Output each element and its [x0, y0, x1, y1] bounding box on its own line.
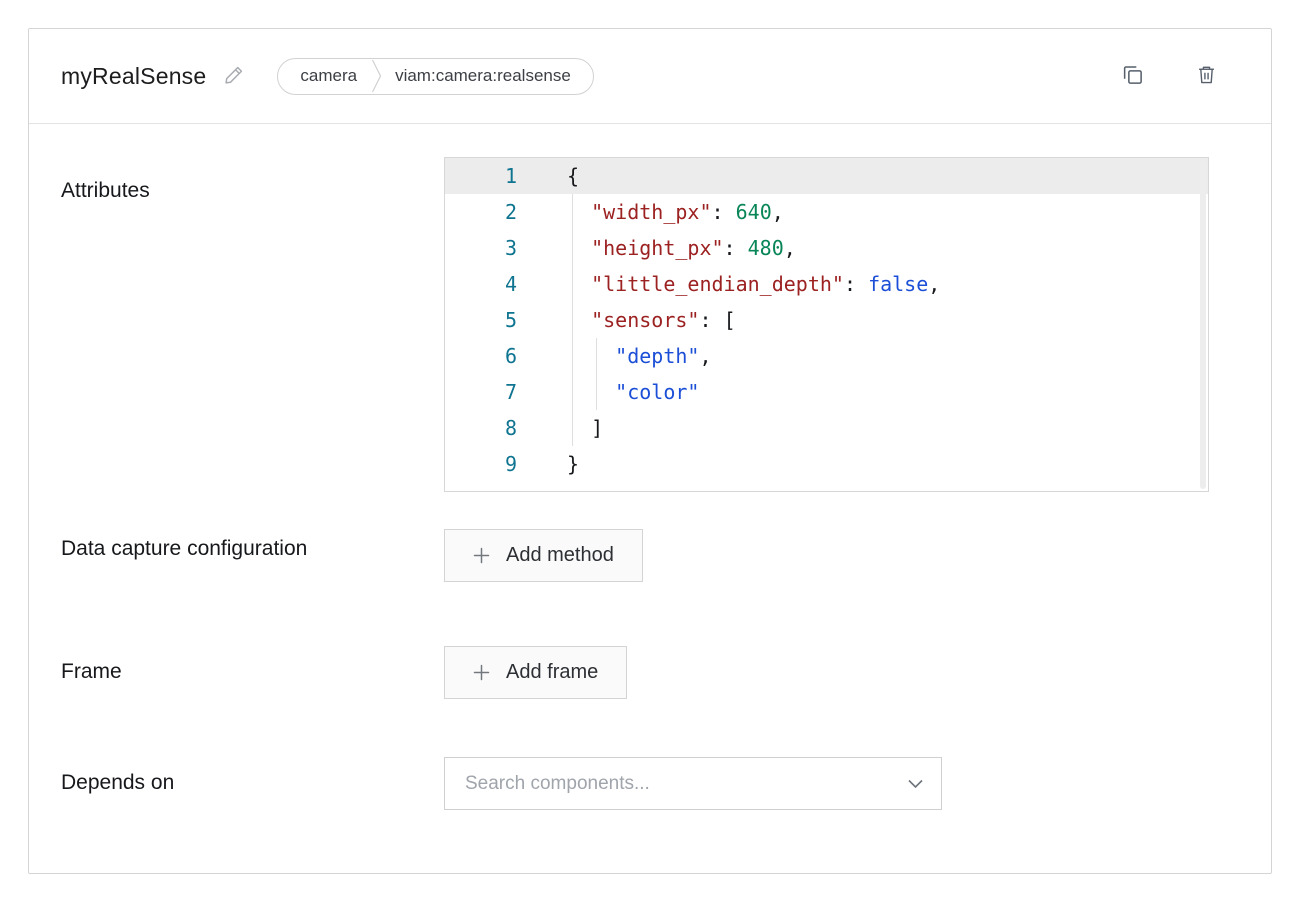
plus-icon: [473, 547, 490, 564]
component-model-label: viam:camera:realsense: [382, 66, 571, 86]
code-text: "height_px": 480,: [517, 230, 796, 266]
code-text: "depth",: [517, 338, 712, 374]
code-line[interactable]: 6 "depth",: [445, 338, 1208, 374]
code-text: "width_px": 640,: [517, 194, 784, 230]
add-frame-button[interactable]: Add frame: [444, 646, 627, 699]
card-header: myRealSense camera viam:camera:realsense: [29, 29, 1271, 124]
code-line[interactable]: 8 ]: [445, 410, 1208, 446]
search-components-input[interactable]: [445, 758, 941, 809]
component-type-label: camera: [278, 66, 371, 86]
attributes-row: Attributes 1{2 "width_px": 640,3 "height…: [61, 157, 1209, 492]
indent-guide: [596, 338, 597, 410]
line-number: 7: [445, 374, 517, 410]
code-line[interactable]: 7 "color": [445, 374, 1208, 410]
code-lines: 1{2 "width_px": 640,3 "height_px": 480,4…: [445, 158, 1208, 482]
code-line[interactable]: 5 "sensors": [: [445, 302, 1208, 338]
code-line[interactable]: 1{: [445, 158, 1208, 194]
line-number: 5: [445, 302, 517, 338]
frame-row: Frame Add frame: [61, 646, 1209, 699]
trash-icon: [1196, 63, 1217, 89]
code-text: "little_endian_depth": false,: [517, 266, 940, 302]
line-number: 8: [445, 410, 517, 446]
code-text: "color": [517, 374, 699, 410]
code-text: ]: [517, 410, 603, 446]
data-capture-label: Data capture configuration: [61, 529, 311, 569]
code-line[interactable]: 4 "little_endian_depth": false,: [445, 266, 1208, 302]
frame-label: Frame: [61, 652, 311, 692]
component-card: myRealSense camera viam:camera:realsense: [28, 28, 1272, 874]
depends-on-row: Depends on: [61, 757, 1209, 810]
code-line[interactable]: 9}: [445, 446, 1208, 482]
delete-button[interactable]: [1192, 59, 1221, 93]
add-method-label: Add method: [506, 544, 614, 567]
add-frame-label: Add frame: [506, 661, 598, 684]
depends-on-label: Depends on: [61, 763, 311, 803]
line-number: 6: [445, 338, 517, 374]
code-line[interactable]: 2 "width_px": 640,: [445, 194, 1208, 230]
component-name-title: myRealSense: [61, 63, 206, 90]
edit-name-button[interactable]: [220, 60, 249, 92]
indent-guide: [572, 194, 573, 446]
line-number: 1: [445, 158, 517, 194]
duplicate-icon: [1121, 63, 1144, 89]
duplicate-button[interactable]: [1117, 59, 1148, 93]
code-text: }: [517, 446, 579, 482]
code-text: {: [517, 158, 579, 194]
component-config-panel: myRealSense camera viam:camera:realsense: [0, 0, 1300, 902]
depends-on-select[interactable]: [444, 757, 942, 810]
chevron-down-icon[interactable]: [908, 779, 923, 788]
plus-icon: [473, 664, 490, 681]
pencil-icon: [224, 64, 245, 88]
attributes-label: Attributes: [61, 171, 311, 211]
editor-scrollbar[interactable]: [1200, 160, 1206, 489]
line-number: 9: [445, 446, 517, 482]
line-number: 2: [445, 194, 517, 230]
code-line[interactable]: 3 "height_px": 480,: [445, 230, 1208, 266]
card-body: Attributes 1{2 "width_px": 640,3 "height…: [29, 124, 1271, 810]
card-actions: [1117, 59, 1221, 93]
attributes-code-editor[interactable]: 1{2 "width_px": 640,3 "height_px": 480,4…: [444, 157, 1209, 492]
line-number: 3: [445, 230, 517, 266]
line-number: 4: [445, 266, 517, 302]
chevron-right-icon: [371, 58, 382, 94]
add-method-button[interactable]: Add method: [444, 529, 643, 582]
code-text: "sensors": [: [517, 302, 736, 338]
data-capture-row: Data capture configuration Add method: [61, 529, 1209, 582]
component-type-pill: camera viam:camera:realsense: [277, 58, 593, 95]
